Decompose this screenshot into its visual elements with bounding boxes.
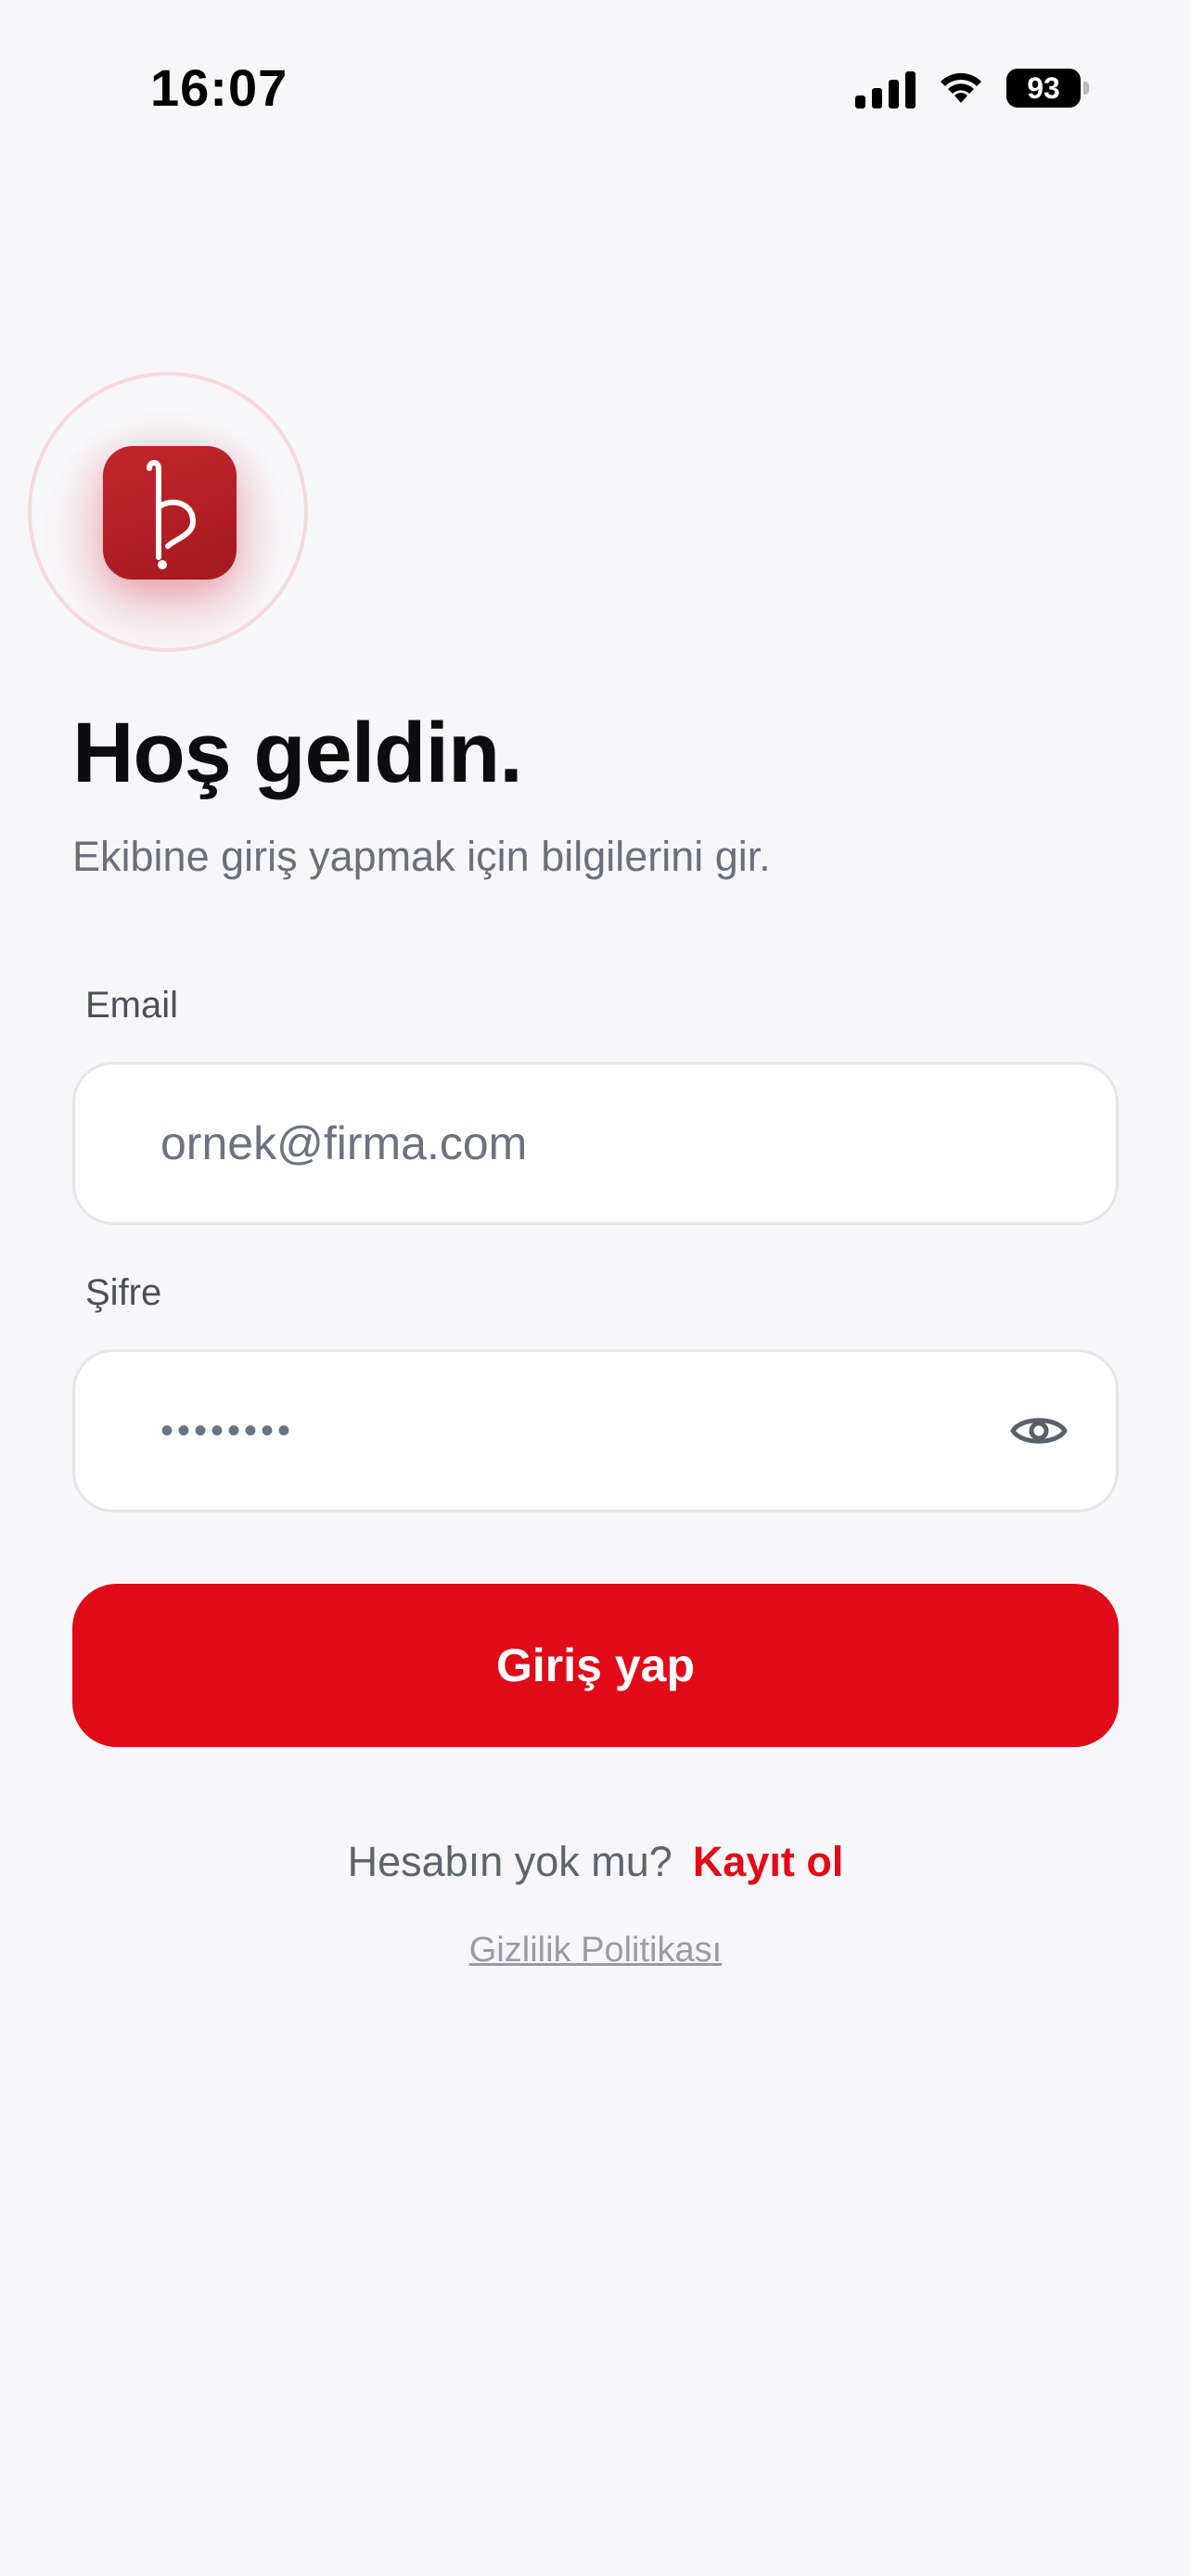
status-bar: 16:07 93 [0, 0, 1191, 176]
email-field[interactable] [160, 1065, 977, 1222]
status-time: 16:07 [150, 58, 288, 117]
show-password-button[interactable] [1008, 1400, 1069, 1461]
privacy-policy-link[interactable]: Gizlilik Politikası [0, 1931, 1191, 1970]
email-label: Email [85, 985, 179, 1026]
email-field-container[interactable] [72, 1062, 1119, 1225]
status-icons: 93 [855, 65, 1089, 111]
password-label: Şifre [85, 1272, 162, 1313]
password-field-container[interactable] [72, 1349, 1119, 1512]
signup-prompt: Hesabın yok mu? [347, 1838, 672, 1885]
battery-level: 93 [1006, 69, 1081, 108]
signup-link[interactable]: Kayıt ol [693, 1838, 844, 1885]
eye-icon [1010, 1418, 1068, 1444]
battery-icon: 93 [1006, 69, 1089, 108]
wifi-icon [936, 70, 986, 107]
page-title: Hoş geldin. [72, 706, 523, 800]
page-subtitle: Ekibine giriş yapmak için bilgilerini gi… [72, 833, 771, 880]
signal-icon [855, 68, 916, 108]
signup-row: Hesabın yok mu? Kayıt ol [0, 1838, 1191, 1886]
login-button[interactable]: Giriş yap [72, 1584, 1119, 1747]
password-field[interactable] [160, 1352, 977, 1510]
app-logo-icon [103, 446, 237, 580]
